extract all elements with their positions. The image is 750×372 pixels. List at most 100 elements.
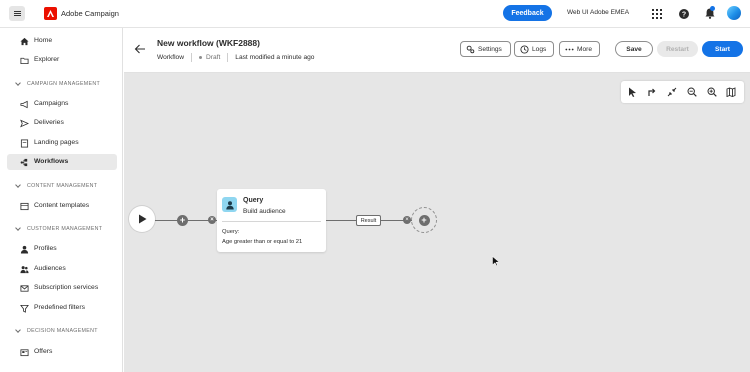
- play-icon: [138, 214, 146, 224]
- workflow-icon: [20, 158, 28, 167]
- workflow-canvas[interactable]: + × Query Build audience Query: Age grea…: [124, 73, 750, 372]
- zoom-out-icon[interactable]: [686, 86, 698, 98]
- section-decision-management[interactable]: DECISION MANAGEMENT: [15, 327, 98, 334]
- section-label: DECISION MANAGEMENT: [27, 328, 98, 334]
- more-label: More: [577, 45, 593, 53]
- sidebar-item-label: Content templates: [34, 202, 90, 209]
- top-bar: Adobe Campaign Feedback Web UI Adobe EME…: [0, 0, 750, 28]
- canvas-toolbar: [621, 81, 744, 103]
- sidebar-item-subscription-services[interactable]: Subscription services: [7, 280, 117, 296]
- workflow-type: Workflow: [157, 54, 184, 61]
- zoom-in-icon[interactable]: [706, 86, 718, 98]
- sidebar-item-label: Deliveries: [34, 119, 64, 126]
- section-campaign-management[interactable]: CAMPAIGN MANAGEMENT: [15, 80, 100, 87]
- more-button[interactable]: More: [559, 41, 600, 57]
- sidebar-item-deliveries[interactable]: Deliveries: [7, 115, 117, 131]
- plus-icon: +: [418, 214, 430, 226]
- sidebar-item-predefined-filters[interactable]: Predefined filters: [7, 300, 117, 316]
- hamburger-icon: [13, 13, 21, 14]
- save-button[interactable]: Save: [615, 41, 653, 57]
- sidebar-item-explorer[interactable]: Explorer: [7, 52, 117, 68]
- sidebar-item-workflows[interactable]: Workflows: [7, 154, 117, 170]
- clock-icon: [520, 44, 529, 54]
- divider: [191, 53, 192, 62]
- divider: [227, 53, 229, 62]
- start-node[interactable]: [129, 206, 155, 232]
- divider: [222, 221, 321, 222]
- adobe-logo[interactable]: [44, 7, 57, 20]
- megaphone-icon: [20, 100, 28, 109]
- connector-close-icon[interactable]: ×: [403, 216, 411, 224]
- restart-button[interactable]: Restart: [657, 41, 698, 57]
- sidebar-item-label: Subscription services: [34, 284, 99, 291]
- chevron-down-icon: [15, 225, 21, 231]
- add-activity-placeholder[interactable]: +: [411, 207, 437, 233]
- section-content-management[interactable]: CONTENT MANAGEMENT: [15, 182, 98, 189]
- workflow-header: New workflow (WKF2888) Workflow Draft La…: [124, 28, 750, 73]
- apps-grid-icon[interactable]: [651, 8, 662, 19]
- help-icon[interactable]: ?: [678, 8, 689, 19]
- sidebar-item-campaigns[interactable]: Campaigns: [7, 96, 117, 112]
- sidebar-item-label: Offers: [34, 348, 53, 355]
- pointer-icon[interactable]: [626, 86, 638, 98]
- result-transition-label: Result: [356, 215, 381, 226]
- logs-label: Logs: [532, 45, 547, 53]
- sidebar-item-audiences[interactable]: Audiences: [7, 261, 117, 277]
- app-title: Adobe Campaign: [61, 9, 119, 18]
- notification-dot: [710, 6, 715, 11]
- query-value: Age greater than or equal to 21: [222, 239, 303, 245]
- send-icon: [20, 119, 29, 128]
- sidebar-item-label: Home: [34, 37, 53, 44]
- menu-toggle-button[interactable]: [9, 6, 25, 21]
- add-activity-button[interactable]: +: [177, 215, 188, 226]
- sidebar-item-profiles[interactable]: Profiles: [7, 241, 117, 257]
- sidebar: Home Explorer CAMPAIGN MANAGEMENT Campai…: [0, 28, 123, 372]
- page-icon: [20, 139, 29, 148]
- user-icon: [20, 245, 29, 254]
- sidebar-item-label: Landing pages: [34, 139, 79, 146]
- chevron-down-icon: [15, 182, 21, 188]
- section-customer-management[interactable]: CUSTOMER MANAGEMENT: [15, 225, 103, 232]
- user-avatar[interactable]: [727, 6, 741, 20]
- card-subtitle: Build audience: [243, 208, 286, 215]
- sidebar-item-label: Audiences: [34, 265, 66, 272]
- chevron-down-icon: [15, 80, 21, 86]
- chevron-down-icon: [15, 327, 21, 333]
- sidebar-item-offers[interactable]: Offers: [7, 344, 117, 360]
- page-title: New workflow (WKF2888): [157, 38, 260, 48]
- users-icon: [20, 266, 29, 274]
- back-arrow-icon[interactable]: [134, 43, 146, 55]
- collapse-icon[interactable]: [666, 86, 678, 98]
- query-person-icon: [222, 197, 237, 212]
- logs-button[interactable]: Logs: [514, 41, 554, 57]
- connector-close-icon[interactable]: ×: [208, 216, 216, 224]
- folder-icon: [20, 57, 29, 65]
- sidebar-item-label: Workflows: [34, 158, 69, 165]
- sidebar-item-label: Explorer: [34, 56, 60, 63]
- sidebar-item-label: Campaigns: [34, 100, 69, 107]
- feedback-button[interactable]: Feedback: [503, 5, 552, 21]
- query-label: Query:: [222, 229, 240, 235]
- svg-text:?: ?: [681, 11, 685, 18]
- sidebar-item-content-templates[interactable]: Content templates: [7, 198, 117, 214]
- redo-arrow-icon[interactable]: [646, 86, 658, 98]
- org-switcher[interactable]: Web UI Adobe EMEA: [567, 9, 629, 16]
- gear-icon: [466, 45, 475, 54]
- section-label: CAMPAIGN MANAGEMENT: [27, 81, 100, 87]
- sidebar-item-landing-pages[interactable]: Landing pages: [7, 135, 117, 151]
- workflow-meta: Workflow Draft Last modified a minute ag…: [157, 53, 314, 62]
- section-label: CUSTOMER MANAGEMENT: [27, 226, 103, 232]
- map-icon[interactable]: [725, 86, 737, 98]
- query-activity-card[interactable]: Query Build audience Query: Age greater …: [217, 189, 326, 252]
- card-title: Query: [243, 197, 264, 204]
- section-label: CONTENT MANAGEMENT: [27, 183, 98, 189]
- sidebar-item-home[interactable]: Home: [7, 33, 117, 49]
- last-modified: Last modified a minute ago: [235, 54, 315, 61]
- status-badge: Draft: [206, 54, 221, 61]
- start-button[interactable]: Start: [702, 41, 743, 57]
- template-icon: [20, 202, 29, 211]
- settings-label: Settings: [478, 45, 502, 53]
- settings-button[interactable]: Settings: [460, 41, 511, 57]
- offer-icon: [20, 349, 29, 357]
- sidebar-item-label: Profiles: [34, 245, 57, 252]
